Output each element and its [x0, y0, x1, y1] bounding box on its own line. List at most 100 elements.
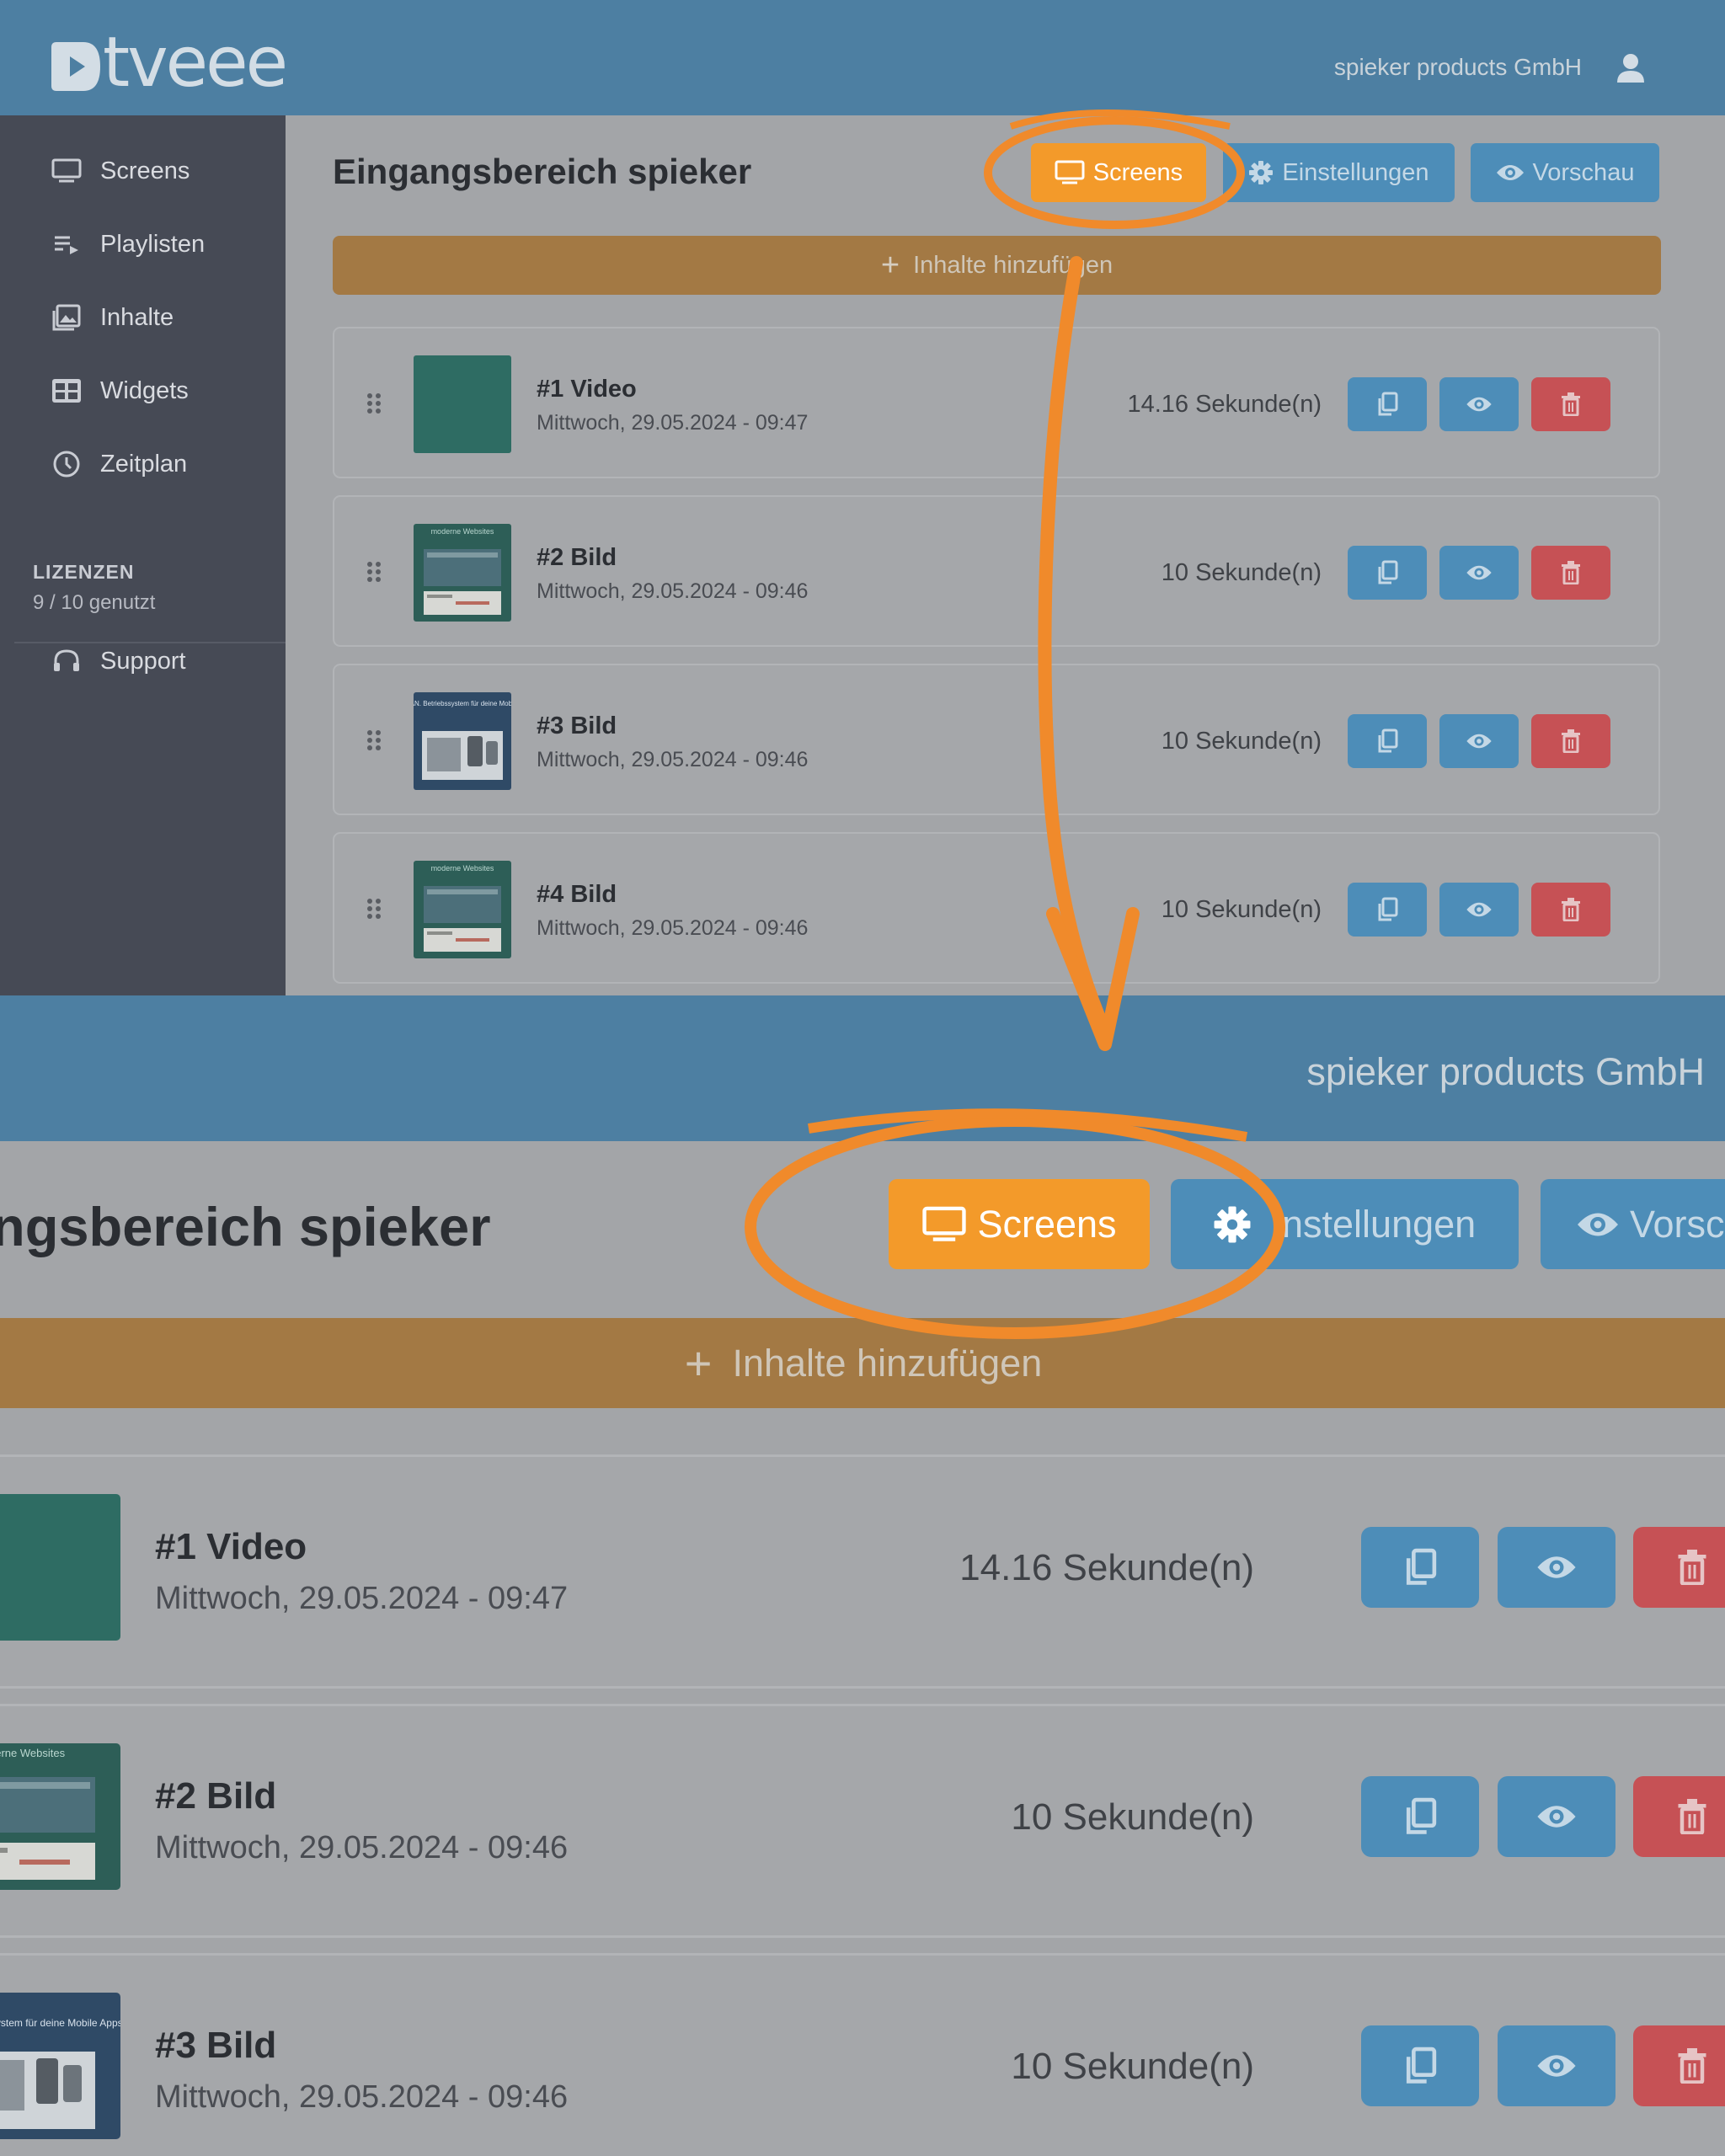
add-content-button[interactable]: + Inhalte hinzufügen — [0, 1318, 1725, 1408]
settings-button[interactable]: instellungen — [1171, 1179, 1519, 1269]
monitor-icon — [51, 155, 83, 187]
video-thumbnail — [0, 1494, 120, 1641]
drag-handle-icon[interactable] — [366, 392, 382, 414]
sidebar-item-support[interactable]: Support — [51, 636, 186, 686]
trash-icon — [1562, 561, 1580, 584]
duplicate-button[interactable] — [1361, 2025, 1479, 2106]
sidebar-item-widgets[interactable]: Widgets — [51, 366, 189, 416]
user-icon[interactable] — [1614, 52, 1648, 84]
view-button[interactable] — [1439, 883, 1519, 937]
thumb-text: moderne Websites — [431, 864, 494, 873]
gear-icon — [1213, 1205, 1252, 1244]
content-item[interactable]: moderne Websites #2 Bild Mittwoch, 29.05… — [0, 1704, 1725, 1938]
preview-button-label: Vorsc — [1630, 1202, 1725, 1246]
copy-icon — [1378, 728, 1398, 753]
sidebar-item-label: Screens — [100, 157, 190, 184]
image-thumbnail: moderne Websites — [0, 1743, 120, 1890]
image-thumbnail: appTITAN. Betriebssystem für deine Mobil… — [0, 1993, 120, 2139]
eye-icon — [1537, 2055, 1576, 2077]
eye-icon — [1537, 1556, 1576, 1578]
content-duration: 14.16 Sekunde(n) — [959, 1547, 1254, 1588]
app-header: tveee spieker products GmbH — [0, 0, 1725, 115]
zoom-panel: spieker products GmbH ngsbereich spieker… — [0, 995, 1725, 2156]
copy-icon — [1378, 392, 1398, 416]
monitor-icon — [921, 1206, 967, 1243]
gear-icon — [1248, 160, 1274, 185]
sidebar-item-playlisten[interactable]: Playlisten — [51, 219, 205, 270]
duplicate-button[interactable] — [1348, 714, 1427, 768]
settings-button-label: instellungen — [1274, 1202, 1477, 1246]
content-date: Mittwoch, 29.05.2024 - 09:46 — [155, 1830, 569, 1865]
add-content-button[interactable]: + Inhalte hinzufügen — [333, 236, 1661, 295]
copy-icon — [1406, 2047, 1437, 2084]
view-button[interactable] — [1439, 714, 1519, 768]
screens-button-label: Screens — [977, 1202, 1117, 1246]
sidebar-item-inhalte[interactable]: Inhalte — [51, 292, 174, 343]
plus-icon: + — [684, 1337, 713, 1390]
delete-button[interactable] — [1531, 714, 1610, 768]
eye-icon — [1496, 163, 1525, 183]
content-duration: 10 Sekunde(n) — [1011, 2046, 1254, 2087]
view-button[interactable] — [1439, 377, 1519, 431]
content-title: #2 Bild — [155, 1775, 277, 1817]
preview-button[interactable]: Vorschau — [1471, 143, 1659, 202]
view-button[interactable] — [1498, 1776, 1616, 1857]
plus-icon: + — [880, 247, 900, 283]
duplicate-button[interactable] — [1361, 1776, 1479, 1857]
content-item[interactable]: #1 Video Mittwoch, 29.05.2024 - 09:47 14… — [333, 327, 1660, 478]
drag-handle-icon[interactable] — [366, 561, 382, 583]
sidebar-item-zeitplan[interactable]: Zeitplan — [51, 439, 187, 489]
content-item[interactable]: moderne Websites #4 Bild Mittwoch, 29.05… — [333, 832, 1660, 984]
duplicate-button[interactable] — [1348, 883, 1427, 937]
content-item[interactable]: moderne Websites #2 Bild Mittwoch, 29.05… — [333, 495, 1660, 647]
thumb-text: moderne Websites — [0, 1747, 66, 1759]
view-button[interactable] — [1498, 2025, 1616, 2106]
view-button[interactable] — [1439, 546, 1519, 600]
company-name[interactable]: spieker products GmbH — [1334, 54, 1582, 81]
sidebar-item-screens[interactable]: Screens — [51, 146, 190, 196]
sidebar-item-label: Inhalte — [100, 303, 174, 331]
thumb-text: moderne Websites — [431, 527, 494, 536]
sidebar-item-label: Support — [100, 647, 186, 675]
preview-button[interactable]: Vorsc — [1541, 1179, 1725, 1269]
content-date: Mittwoch, 29.05.2024 - 09:47 — [155, 1581, 569, 1616]
content-item[interactable]: #1 Video Mittwoch, 29.05.2024 - 09:47 14… — [0, 1454, 1725, 1689]
company-name[interactable]: spieker products GmbH — [1306, 1050, 1705, 1094]
content-item[interactable]: appTITAN. Betriebssystem für deine Mobil… — [333, 664, 1660, 815]
sidebar-item-label: Zeitplan — [100, 450, 188, 478]
video-thumbnail — [414, 355, 511, 453]
delete-button[interactable] — [1633, 1776, 1725, 1857]
content-date: Mittwoch, 29.05.2024 - 09:46 — [537, 579, 809, 603]
copy-icon — [1378, 897, 1398, 921]
screens-button[interactable]: Screens — [1031, 143, 1206, 202]
page-title: Eingangsbereich spieker — [333, 152, 752, 191]
delete-button[interactable] — [1633, 1527, 1725, 1608]
duplicate-button[interactable] — [1361, 1527, 1479, 1608]
content-title: #1 Video — [155, 1526, 307, 1567]
content-date: Mittwoch, 29.05.2024 - 09:46 — [537, 748, 809, 771]
playlist-icon — [51, 228, 83, 260]
trash-icon — [1678, 2048, 1706, 2084]
logo-text: tveee — [103, 23, 288, 103]
content-duration: 10 Sekunde(n) — [1161, 728, 1322, 755]
settings-button[interactable]: Einstellungen — [1223, 143, 1455, 202]
app-header-zoomed: spieker products GmbH — [0, 995, 1725, 1141]
delete-button[interactable] — [1531, 377, 1610, 431]
drag-handle-icon[interactable] — [366, 729, 382, 751]
eye-icon — [1466, 902, 1492, 917]
headset-icon — [51, 645, 83, 677]
view-button[interactable] — [1498, 1527, 1616, 1608]
duplicate-button[interactable] — [1348, 546, 1427, 600]
duplicate-button[interactable] — [1348, 377, 1427, 431]
delete-button[interactable] — [1531, 546, 1610, 600]
drag-handle-icon[interactable] — [366, 898, 382, 920]
content-item[interactable]: appTITAN. Betriebssystem für deine Mobil… — [0, 1953, 1725, 2156]
screens-button[interactable]: Screens — [889, 1179, 1150, 1269]
content-duration: 14.16 Sekunde(n) — [1127, 391, 1322, 418]
delete-button[interactable] — [1531, 883, 1610, 937]
logo-play-icon — [51, 42, 100, 91]
eye-icon — [1537, 1806, 1576, 1828]
content-date: Mittwoch, 29.05.2024 - 09:46 — [537, 916, 809, 940]
delete-button[interactable] — [1633, 2025, 1725, 2106]
image-icon — [51, 302, 83, 334]
